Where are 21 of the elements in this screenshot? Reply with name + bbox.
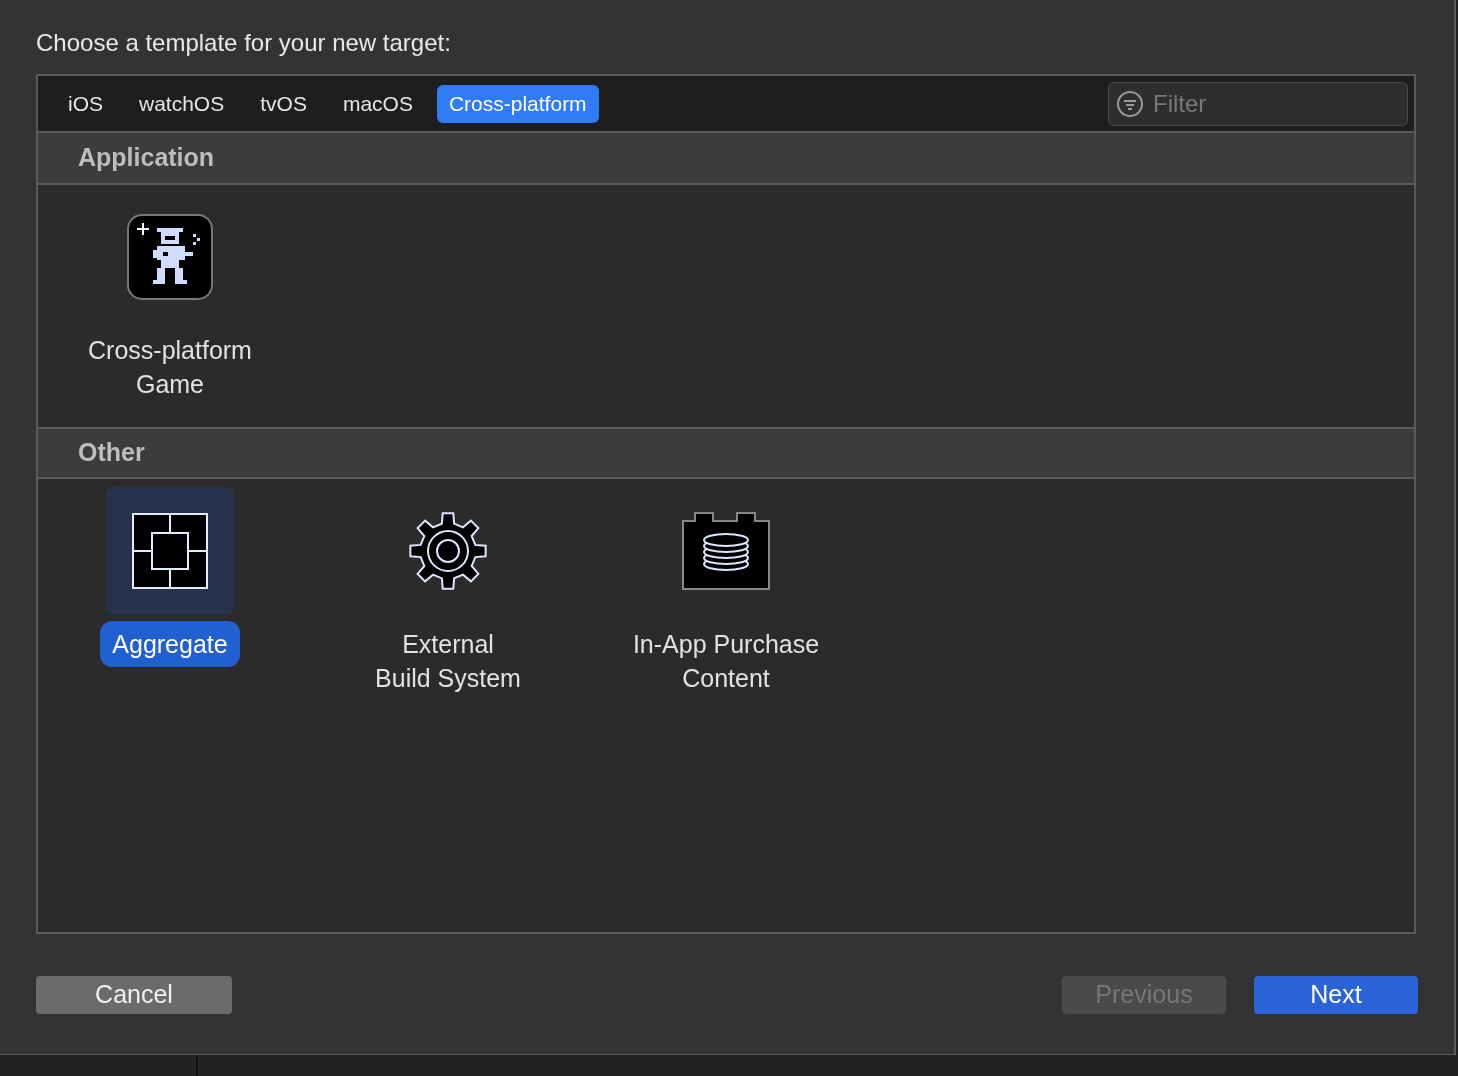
dialog-button[interactable]: Next — [1254, 976, 1418, 1014]
template-label[interactable]: Cross-platform Game — [76, 327, 264, 407]
section-header: Application — [38, 133, 1414, 185]
dialog-title: Choose a template for your new target: — [36, 28, 452, 58]
dialog-button[interactable]: Cancel — [36, 976, 232, 1014]
template-label[interactable]: External Build System — [363, 621, 533, 701]
platform-tab[interactable]: iOS — [56, 84, 115, 123]
gear-icon — [408, 511, 488, 591]
pixel-robot-icon — [127, 214, 213, 300]
nested-squares-icon — [132, 513, 208, 589]
platform-tab[interactable]: tvOS — [248, 84, 319, 123]
coin-stack-icon — [682, 512, 770, 590]
platform-tab[interactable]: macOS — [330, 84, 425, 123]
platform-tab[interactable]: Cross-platform — [436, 84, 599, 123]
section-header: Other — [38, 427, 1414, 479]
filter-field[interactable]: Filter — [1108, 81, 1408, 126]
template-label[interactable]: Aggregate — [100, 621, 240, 667]
filter-icon — [1116, 89, 1144, 118]
template-label[interactable]: In-App Purchase Content — [620, 621, 832, 701]
platform-tab[interactable]: watchOS — [127, 84, 237, 123]
template-icon-tile[interactable] — [106, 487, 234, 615]
